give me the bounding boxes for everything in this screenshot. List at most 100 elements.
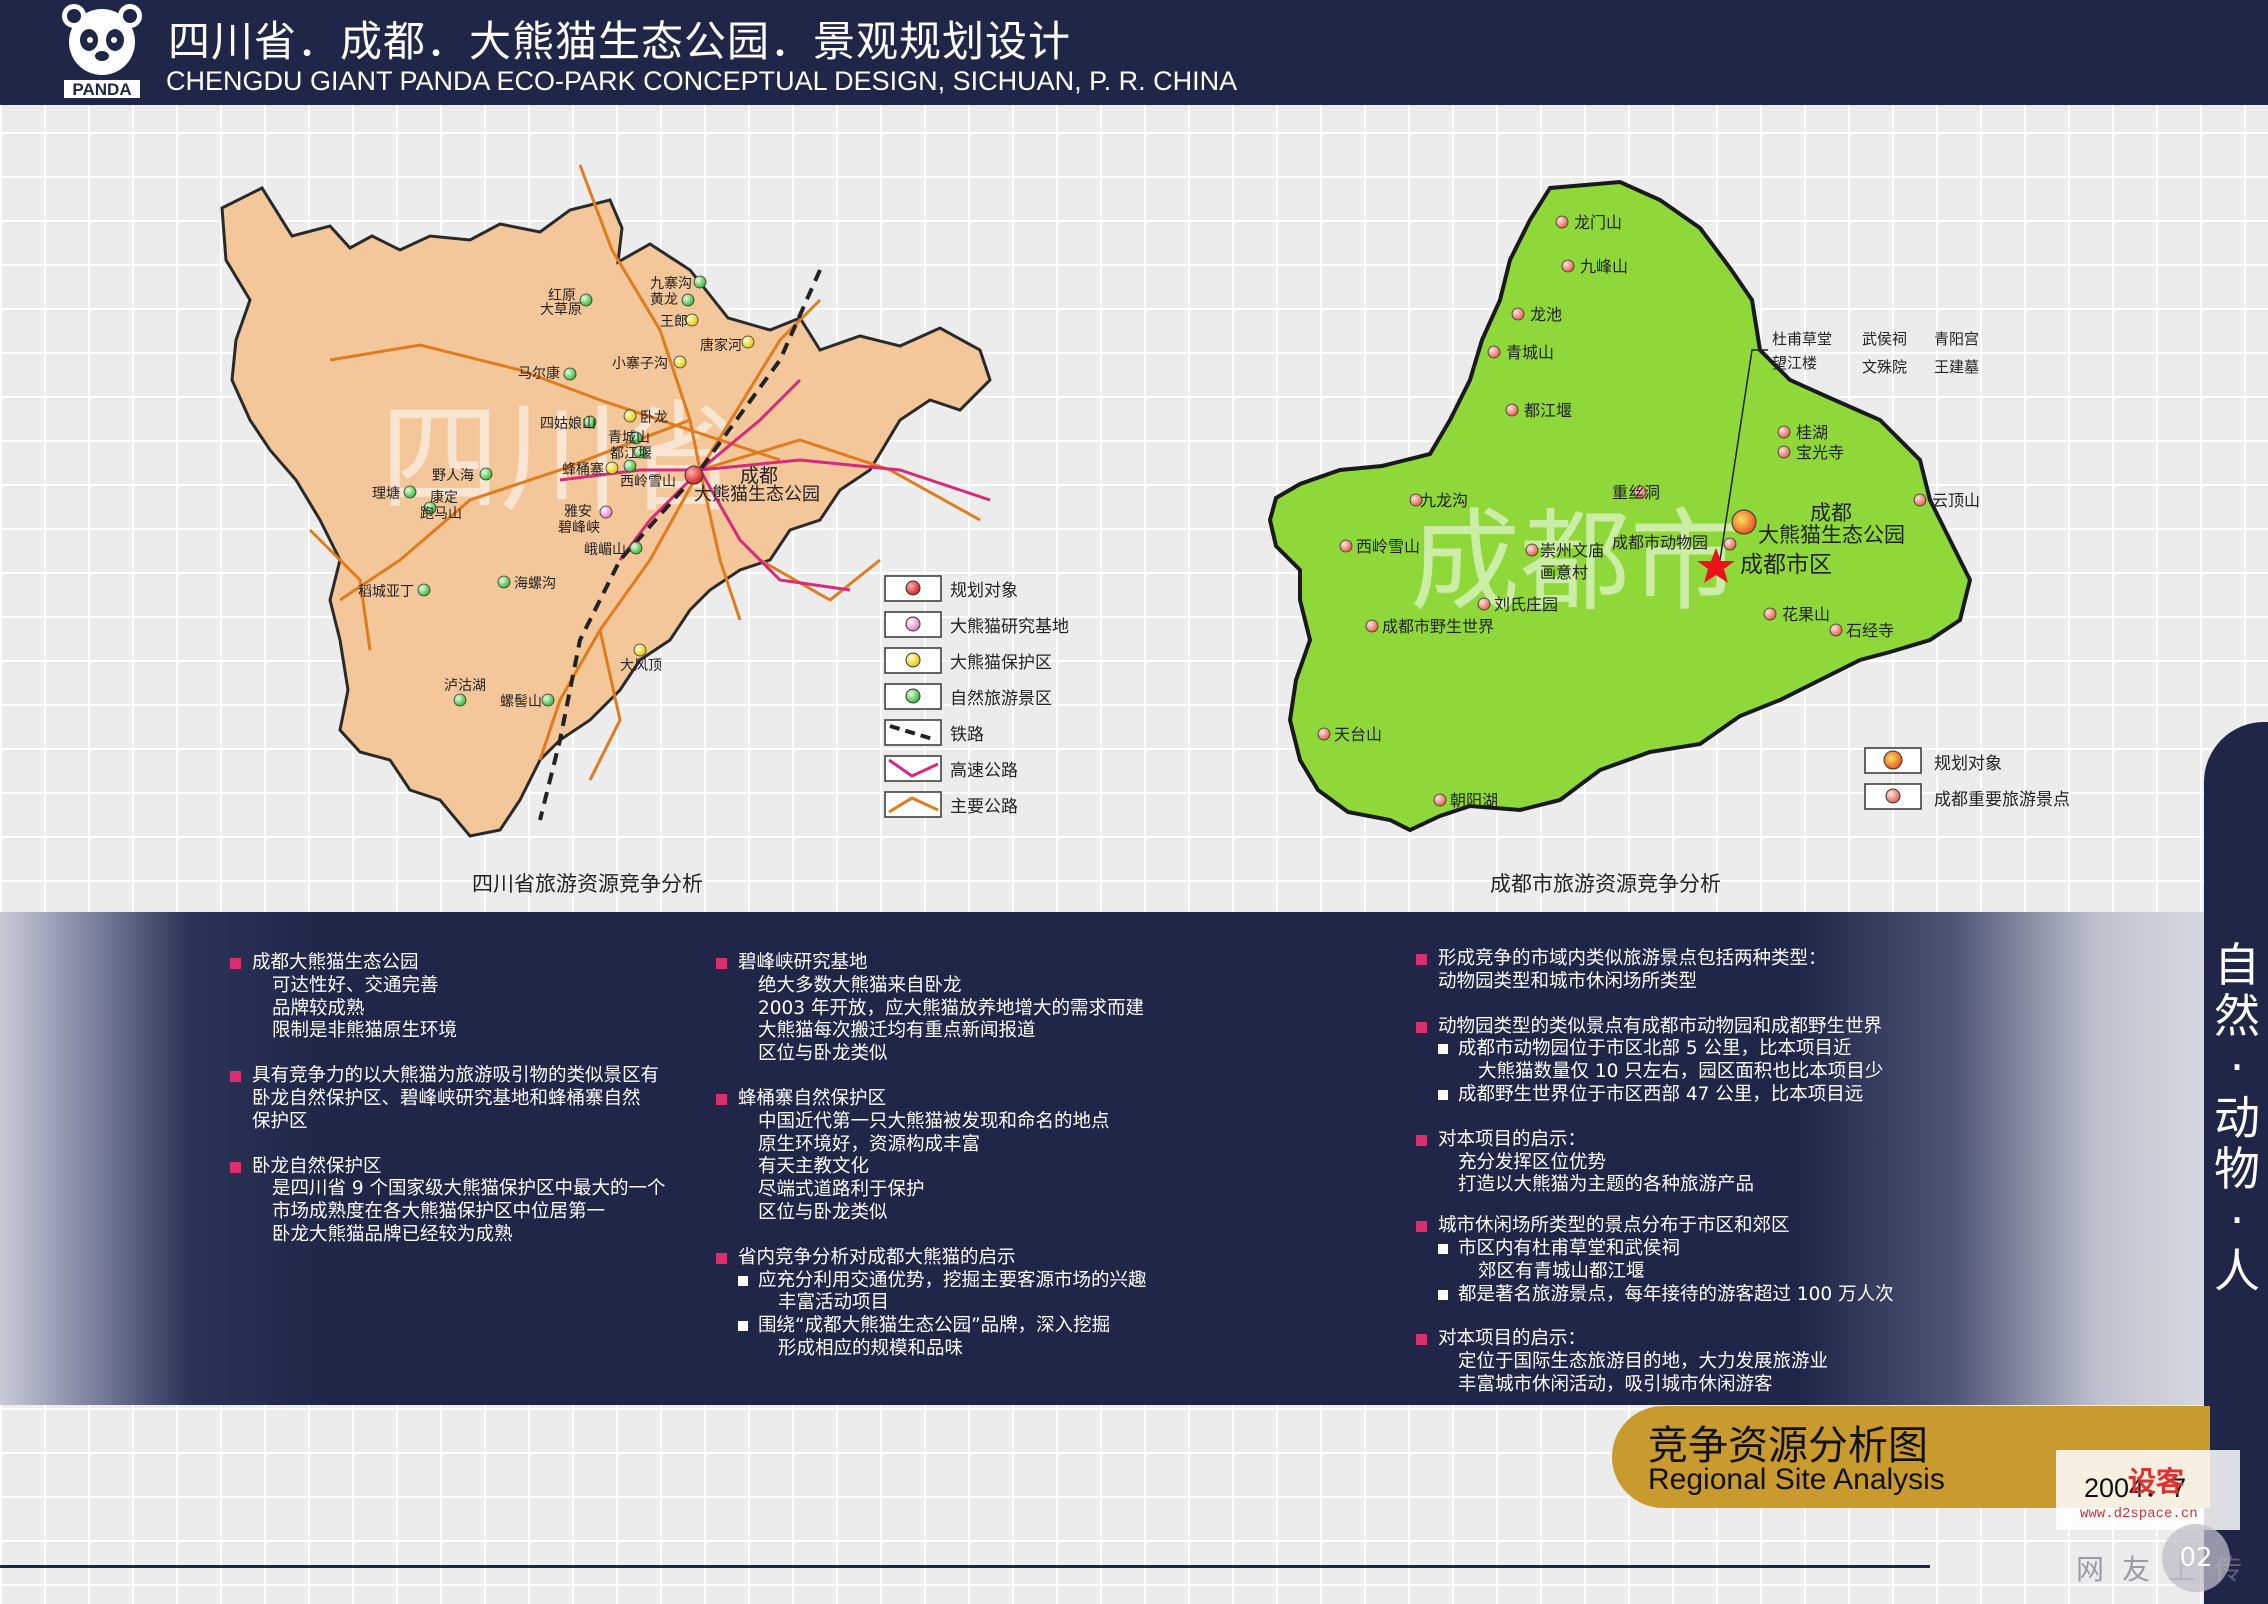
sub-bullet: 都是著名旅游景点，每年接待的游客超过 100 万人次 xyxy=(1414,1284,1894,1307)
analysis-block: 碧峰峡研究基地 绝大多数大熊猫来自卧龙 2003 年开放，应大熊猫放养地增大的需求而… xyxy=(714,952,1147,1066)
chengdu-park-marker xyxy=(1731,509,1757,535)
legend-label: 大熊猫研究基地 xyxy=(950,617,1069,637)
bullet-heading: 城市休闲场所类型的景点分布于市区和郊区 xyxy=(1414,1215,1894,1238)
place-label: 天台山 xyxy=(1334,725,1382,744)
logo-text: PANDA xyxy=(72,80,131,99)
bullet-heading: 动物园类型的类似景点有成都市动物园和成都野生世界 xyxy=(1414,1016,1894,1039)
bullet-detail: 品牌较成熟 xyxy=(272,997,365,1019)
sub-bullet: 成都野生世界位于市区西部 47 公里，比本项目远 xyxy=(1414,1084,1894,1107)
place-label: 理塘 xyxy=(372,486,400,502)
bullet-heading: 卧龙自然保护区 xyxy=(228,1156,666,1179)
urban-site-label: 青阳宫 xyxy=(1934,330,1979,348)
analysis-column-2: 碧峰峡研究基地 绝大多数大熊猫来自卧龙 2003 年开放，应大熊猫放养地增大的需求而… xyxy=(714,952,1147,1383)
place-label: 雅安 xyxy=(564,504,592,520)
place-label: 宝光寺 xyxy=(1796,443,1844,462)
page-subtitle: CHENGDU GIANT PANDA ECO-PARK CONCEPTUAL … xyxy=(166,66,1238,96)
analysis-block: 城市休闲场所类型的景点分布于市区和郊区 市区内有杜甫草堂和武侯祠 郊区有青城山都江堰… xyxy=(1414,1215,1894,1306)
chengdu-city-label: 成都 xyxy=(1810,501,1852,525)
sichuan-legend: 规划对象 大熊猫研究基地 大熊猫保护区 自然旅游景区 铁路 高速公路 主要公路 xyxy=(884,575,1069,818)
bullet-heading: 对本项目的启示： xyxy=(1414,1328,1894,1351)
bullet-detail: 有天主教文化 xyxy=(758,1156,870,1178)
place-label: 泸沽湖 xyxy=(444,678,486,694)
bullet-detail: 充分发挥区位优势 xyxy=(1458,1151,1607,1173)
place-label: 稻城亚丁 xyxy=(358,584,414,600)
bullet-heading: 省内竞争分析对成都大熊猫的启示 xyxy=(714,1247,1147,1270)
chengdu-park-label: 大熊猫生态公园 xyxy=(1758,523,1905,547)
place-label: 西岭雪山 xyxy=(1356,537,1420,556)
place-label: 西岭雪山 xyxy=(620,474,676,490)
legend-label: 高速公路 xyxy=(950,761,1018,781)
place-label: 九寨沟 xyxy=(650,275,692,292)
place-label: 峨嵋山 xyxy=(584,542,626,558)
watermark-url: www.d2space.cn xyxy=(2080,1506,2198,1522)
sichuan-map-caption: 四川省旅游资源竞争分析 xyxy=(472,872,703,896)
analysis-block: 成都大熊猫生态公园 可达性好、交通完善 品牌较成熟 限制是非熊猫原生环境 xyxy=(228,952,666,1043)
bullet-continuation: 卧龙自然保护区、碧峰峡研究基地和蜂桶寨自然 xyxy=(252,1087,641,1109)
bullet-detail: 区位与卧龙类似 xyxy=(758,1043,888,1065)
sub-bullet-continuation: 大熊猫数量仅 10 只左右，园区面积也比本项目少 xyxy=(1478,1061,1884,1083)
place-label: 马尔康 xyxy=(518,365,560,382)
bullet-detail: 可达性好、交通完善 xyxy=(272,974,439,996)
bullet-detail: 2003 年开放，应大熊猫放养地增大的需求而建 xyxy=(758,997,1144,1019)
bullet-continuation: 保护区 xyxy=(252,1110,308,1132)
bullet-detail: 是四川省 9 个国家级大熊猫保护区中最大的一个 xyxy=(272,1178,666,1200)
urban-site-label: 杜甫草堂 xyxy=(1772,330,1832,348)
place-label: 大草原 xyxy=(540,302,582,318)
urban-site-label: 望江楼 xyxy=(1772,354,1817,372)
bullet-heading: 成都大熊猫生态公园 xyxy=(228,952,666,975)
place-label: 九峰山 xyxy=(1580,257,1628,276)
bullet-detail: 大熊猫每次搬迁均有重点新闻报道 xyxy=(758,1020,1036,1042)
place-label: 小寨子沟 xyxy=(612,355,668,372)
bullet-detail: 区位与卧龙类似 xyxy=(758,1201,888,1223)
place-label: 九龙沟 xyxy=(1420,491,1468,510)
bullet-continuation: 动物园类型和城市休闲场所类型 xyxy=(1438,970,1698,992)
place-label: 野人海 xyxy=(432,468,474,484)
zoo-label: 成都市动物园 xyxy=(1612,533,1708,552)
place-label: 碧峰峡 xyxy=(558,520,600,536)
place-label: 石经寺 xyxy=(1846,621,1894,640)
place-label: 螺髻山 xyxy=(500,694,542,710)
chengdu-map-caption: 成都市旅游资源竞争分析 xyxy=(1490,872,1721,896)
analysis-block: 省内竞争分析对成都大熊猫的启示 应充分利用交通优势，挖掘主要客源市场的兴趣 丰富活动… xyxy=(714,1247,1147,1361)
analysis-block: 对本项目的启示： 充分发挥区位优势 打造以大熊猫为主题的各种旅游产品 xyxy=(1414,1129,1894,1197)
place-label: 蜂桶寨 xyxy=(562,461,604,478)
legend-label: 铁路 xyxy=(950,725,984,745)
place-label: 云顶山 xyxy=(1932,491,1980,510)
place-label: 成都市野生世界 xyxy=(1382,617,1494,636)
bullet-detail: 绝大多数大熊猫来自卧龙 xyxy=(758,974,962,996)
place-label: 重丝洞 xyxy=(1612,483,1660,502)
place-label: 都江堰 xyxy=(610,446,652,462)
chengdu-watermark: 成都市 xyxy=(1410,498,1740,626)
panda-logo: PANDA xyxy=(62,4,142,99)
chengdu-legend: 规划对象 成都重要旅游景点 xyxy=(1864,747,2070,810)
bullet-heading: 蜂桶寨自然保护区 xyxy=(714,1088,1147,1111)
bullet-heading: 形成竞争的市域内类似旅游景点包括两种类型： xyxy=(1414,948,1894,971)
place-label: 海螺沟 xyxy=(514,576,556,592)
bullet-detail: 限制是非熊猫原生环境 xyxy=(272,1020,458,1042)
place-label: 唐家河 xyxy=(700,337,742,354)
bullet-detail: 定位于国际生态旅游目的地，大力发展旅游业 xyxy=(1458,1351,1829,1373)
analysis-block: 形成竞争的市域内类似旅游景点包括两种类型： 动物园类型和城市休闲场所类型 xyxy=(1414,948,1894,994)
place-label: 花果山 xyxy=(1782,605,1830,624)
analysis-column-1: 成都大熊猫生态公园 可达性好、交通完善 品牌较成熟 限制是非熊猫原生环境具有竞争力的以… xyxy=(228,952,666,1269)
place-label: 青城山 xyxy=(1506,343,1554,362)
urban-area-label: 成都市区 xyxy=(1740,552,1832,578)
urban-site-label: 武侯祠 xyxy=(1862,330,1907,348)
analysis-block: 具有竞争力的以大熊猫为旅游吸引物的类似景区有 卧龙自然保护区、碧峰峡研究基地和蜂桶… xyxy=(228,1065,666,1133)
place-label: 康定 xyxy=(430,489,458,506)
header-bar: PANDA 四川省．成都．大熊猫生态公园．景观规划设计 CHENGDU GIAN… xyxy=(0,0,2268,105)
legend-label: 自然旅游景区 xyxy=(950,689,1052,709)
sub-bullet-continuation: 丰富活动项目 xyxy=(778,1292,890,1314)
watermark-brand: 设客 xyxy=(2128,1465,2185,1498)
place-label: 桂湖 xyxy=(1796,423,1828,442)
place-label: 刘氏庄园 xyxy=(1494,595,1558,614)
place-label: 王郎 xyxy=(660,314,688,330)
bullet-detail: 丰富城市休闲活动，吸引城市休闲游客 xyxy=(1458,1373,1773,1395)
page-title: 四川省．成都．大熊猫生态公园．景观规划设计 xyxy=(168,17,1072,66)
place-label: 黄龙 xyxy=(650,291,678,308)
legend-label: 规划对象 xyxy=(950,581,1018,601)
analysis-block: 动物园类型的类似景点有成都市动物园和成都野生世界 成都市动物园位于市区北部 5 公… xyxy=(1414,1016,1894,1107)
sub-bullet: 成都市动物园位于市区北部 5 公里，比本项目近 xyxy=(1414,1038,1894,1061)
bullet-detail: 原生环境好，资源构成丰富 xyxy=(758,1133,981,1155)
sub-bullet: 应充分利用交通优势，挖掘主要客源市场的兴趣 xyxy=(714,1270,1147,1293)
